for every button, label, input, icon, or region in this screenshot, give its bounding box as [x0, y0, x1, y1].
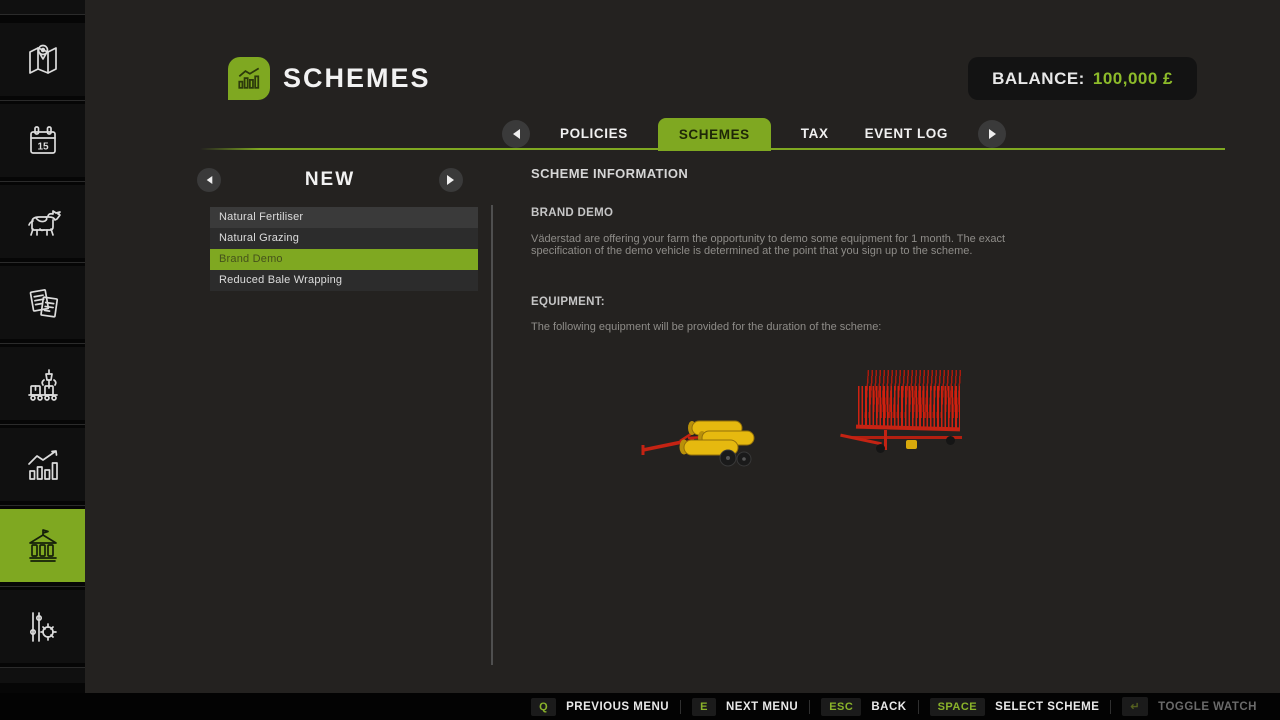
sidebar-item-cutoff-bottom: [0, 667, 85, 683]
documents-icon: [23, 283, 63, 323]
hotkey-back[interactable]: ESC BACK: [821, 698, 906, 716]
category-title: NEW: [305, 169, 355, 191]
balance-value: 100,000 £: [1093, 69, 1173, 89]
svg-text:15: 15: [37, 141, 49, 152]
hotkey-previous-menu[interactable]: Q PREVIOUS MENU: [531, 698, 669, 716]
settings-sliders-icon: [23, 607, 63, 647]
balance-label: BALANCE:: [992, 69, 1085, 89]
cow-icon: [23, 202, 63, 242]
list-item-selected[interactable]: Brand Demo: [210, 249, 478, 270]
sidebar-item-finances[interactable]: [0, 509, 85, 582]
next-arrow-icon: [989, 129, 996, 139]
tabs-prev-button[interactable]: [502, 120, 530, 148]
production-icon: [23, 364, 63, 404]
list-item[interactable]: Reduced Bale Wrapping: [210, 270, 478, 291]
balance-badge: BALANCE: 100,000 £: [968, 57, 1197, 100]
list-item[interactable]: Natural Fertiliser: [210, 207, 478, 228]
separator: [1110, 700, 1111, 714]
category-prev-button[interactable]: [197, 168, 221, 192]
sidebar-item-statistics[interactable]: [0, 428, 85, 501]
next-arrow-icon: [447, 175, 454, 185]
scheme-name: BRAND DEMO: [531, 207, 1091, 219]
sidebar-item-animals[interactable]: [0, 185, 85, 258]
prev-arrow-icon: [206, 176, 212, 184]
statistics-icon: [23, 445, 63, 485]
tab-underline: [200, 148, 1225, 150]
hotkey-select-scheme[interactable]: SPACE SELECT SCHEME: [930, 698, 1100, 716]
hotkey-bar: Q PREVIOUS MENU E NEXT MENU ESC BACK SPA…: [0, 693, 1280, 720]
separator: [680, 700, 681, 714]
scheme-list: Natural Fertiliser Natural Grazing Brand…: [210, 207, 478, 291]
tab-bar: POLICIES SCHEMES TAX EVENT LOG: [502, 117, 1006, 150]
roller-equipment-image: [640, 395, 765, 475]
sidebar-item-production[interactable]: [0, 347, 85, 420]
schemes-app-icon: [228, 57, 270, 100]
bank-icon: [23, 526, 63, 566]
main-panel: SCHEMES BALANCE: 100,000 £ POLICIES SCHE…: [85, 0, 1280, 693]
schemes-screen: 15: [0, 0, 1280, 720]
tab-event-log[interactable]: EVENT LOG: [859, 126, 954, 141]
section-title: SCHEME INFORMATION: [531, 166, 1091, 181]
sidebar-item-contracts[interactable]: [0, 266, 85, 339]
scheme-information-panel: SCHEME INFORMATION BRAND DEMO Väderstad …: [531, 166, 1091, 333]
scheme-description: Väderstad are offering your farm the opp…: [531, 233, 1068, 257]
hotkey-toggle-watch[interactable]: ↵ TOGGLE WATCH: [1122, 697, 1257, 716]
sidebar: 15: [0, 0, 85, 693]
tab-policies[interactable]: POLICIES: [554, 126, 634, 141]
tab-schemes[interactable]: SCHEMES: [658, 118, 771, 151]
key-e: E: [692, 698, 716, 716]
separator: [918, 700, 919, 714]
equipment-images: [635, 365, 985, 470]
category-header: NEW: [197, 168, 463, 192]
map-icon: [23, 40, 63, 80]
harrow-equipment-image: [850, 370, 965, 462]
category-next-button[interactable]: [439, 168, 463, 192]
sidebar-item-settings[interactable]: [0, 590, 85, 663]
key-q: Q: [531, 698, 556, 716]
key-space: SPACE: [930, 698, 986, 716]
chart-icon: [234, 64, 264, 94]
list-item[interactable]: Natural Grazing: [210, 228, 478, 249]
tabs-next-button[interactable]: [978, 120, 1006, 148]
hotkey-next-menu[interactable]: E NEXT MENU: [692, 698, 798, 716]
return-key-icon: ↵: [1122, 697, 1148, 716]
sidebar-item-cutoff-top: [0, 0, 85, 15]
list-scrollbar[interactable]: [491, 205, 493, 665]
separator: [809, 700, 810, 714]
key-esc: ESC: [821, 698, 861, 716]
sidebar-item-calendar[interactable]: 15: [0, 104, 85, 177]
equipment-description: The following equipment will be provided…: [531, 321, 1091, 333]
calendar-icon: 15: [23, 121, 63, 161]
equipment-title: EQUIPMENT:: [531, 296, 1091, 308]
tab-tax[interactable]: TAX: [795, 126, 835, 141]
prev-arrow-icon: [513, 129, 520, 139]
sidebar-item-map[interactable]: [0, 23, 85, 96]
page-title: SCHEMES: [283, 63, 431, 94]
